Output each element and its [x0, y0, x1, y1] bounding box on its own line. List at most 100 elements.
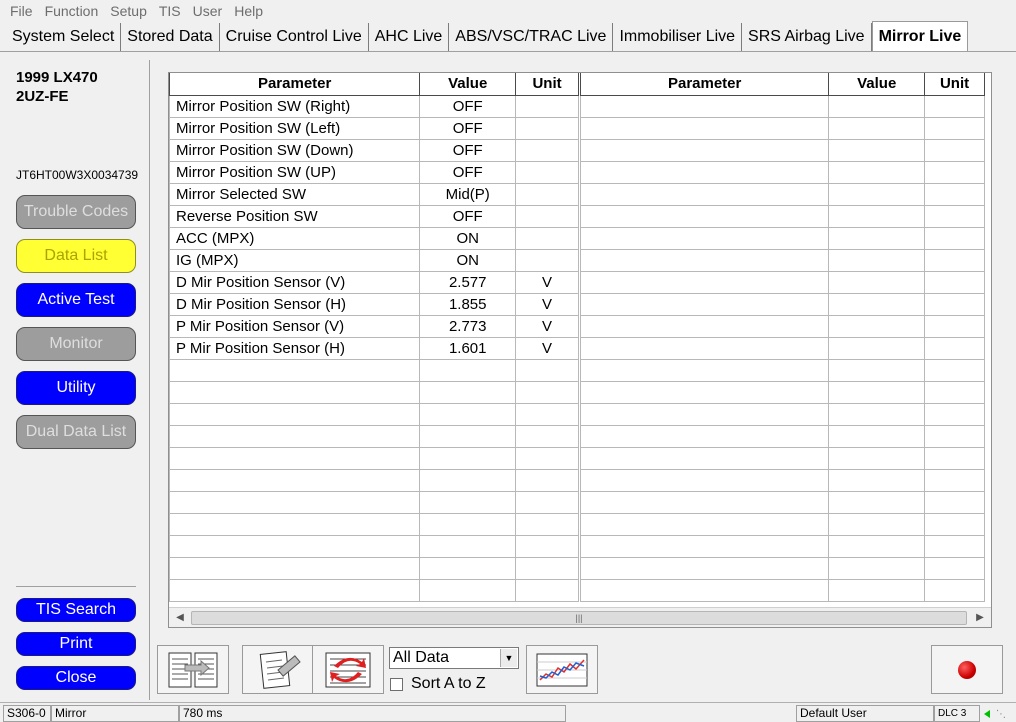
record-button[interactable] — [931, 645, 1003, 694]
tab-abs-vsc-trac-live[interactable]: ABS/VSC/TRAC Live — [449, 23, 614, 51]
print-button[interactable]: Print — [16, 632, 136, 656]
monitor-button[interactable]: Monitor — [16, 327, 136, 361]
column-header-unit[interactable]: Unit — [924, 73, 985, 96]
table-row[interactable] — [168, 425, 579, 448]
cell-parameter: Mirror Position SW (Left) — [168, 117, 421, 140]
table-row[interactable] — [579, 315, 985, 338]
table-row[interactable] — [579, 249, 985, 272]
cell-unit — [924, 425, 985, 448]
table-row[interactable] — [579, 337, 985, 360]
table-row[interactable] — [579, 403, 985, 426]
cell-unit — [924, 271, 985, 294]
scroll-left-icon[interactable]: ◀ — [172, 610, 188, 626]
table-row[interactable] — [168, 535, 579, 558]
table-row[interactable] — [168, 403, 579, 426]
menu-help[interactable]: Help — [234, 3, 263, 19]
table-row[interactable] — [168, 579, 579, 602]
move-list-button[interactable] — [157, 645, 229, 694]
tab-stored-data[interactable]: Stored Data — [121, 23, 220, 51]
table-row[interactable] — [579, 95, 985, 118]
table-row[interactable] — [168, 491, 579, 514]
table-row[interactable] — [579, 293, 985, 316]
sort-checkbox[interactable] — [390, 677, 403, 691]
menu-tis[interactable]: TIS — [159, 3, 181, 19]
scroll-right-icon[interactable]: ▶ — [972, 610, 988, 626]
menu-file[interactable]: File — [10, 3, 33, 19]
table-row[interactable] — [168, 513, 579, 536]
menu-user[interactable]: User — [193, 3, 223, 19]
tab-ahc-live[interactable]: AHC Live — [369, 23, 450, 51]
column-header-parameter[interactable]: Parameter — [168, 73, 421, 96]
table-row[interactable]: P Mir Position Sensor (H) 1.601 V — [168, 337, 579, 360]
table-row[interactable]: IG (MPX) ON — [168, 249, 579, 272]
table-row[interactable] — [168, 557, 579, 580]
table-row[interactable] — [579, 117, 985, 140]
table-row[interactable] — [579, 535, 985, 558]
column-header-parameter[interactable]: Parameter — [579, 73, 830, 96]
close-button[interactable]: Close — [16, 666, 136, 690]
table-row[interactable] — [579, 227, 985, 250]
table-row[interactable] — [579, 205, 985, 228]
table-row[interactable]: Mirror Position SW (Right) OFF — [168, 95, 579, 118]
menu-function[interactable]: Function — [45, 3, 99, 19]
horizontal-scrollbar[interactable]: ◀ ||| ▶ — [169, 607, 991, 627]
swap-arrows-icon — [325, 652, 371, 687]
active-test-button[interactable]: Active Test — [16, 283, 136, 317]
table-row[interactable]: Mirror Position SW (Left) OFF — [168, 117, 579, 140]
tab-system-select[interactable]: System Select — [6, 23, 122, 51]
table-row[interactable] — [579, 381, 985, 404]
table-row[interactable] — [579, 557, 985, 580]
scrollbar-thumb[interactable]: ||| — [191, 611, 967, 625]
graph-button[interactable] — [526, 645, 598, 694]
table-row[interactable] — [579, 447, 985, 470]
data-filter-dropdown[interactable]: All Data ▼ — [389, 647, 519, 669]
tab-srs-airbag-live[interactable]: SRS Airbag Live — [742, 23, 872, 51]
table-row[interactable] — [168, 447, 579, 470]
table-row[interactable] — [168, 381, 579, 404]
chevron-down-icon[interactable]: ▼ — [500, 649, 517, 667]
table-row[interactable] — [168, 359, 579, 382]
column-header-value[interactable]: Value — [419, 73, 517, 96]
table-row[interactable]: Reverse Position SW OFF — [168, 205, 579, 228]
cell-unit — [515, 513, 579, 536]
table-row[interactable] — [579, 161, 985, 184]
cell-parameter — [579, 293, 830, 316]
table-row[interactable]: Mirror Position SW (Down) OFF — [168, 139, 579, 162]
table-row[interactable] — [579, 579, 985, 602]
tab-mirror-live[interactable]: Mirror Live — [871, 21, 969, 51]
sort-option[interactable]: Sort A to Z — [390, 675, 486, 693]
table-row[interactable]: Mirror Position SW (UP) OFF — [168, 161, 579, 184]
table-row[interactable] — [579, 359, 985, 382]
utility-button[interactable]: Utility — [16, 371, 136, 405]
data-list-button[interactable]: Data List — [16, 239, 136, 273]
table-row[interactable]: D Mir Position Sensor (H) 1.855 V — [168, 293, 579, 316]
cell-parameter — [579, 271, 830, 294]
table-row[interactable] — [579, 183, 985, 206]
tis-search-button[interactable]: TIS Search — [16, 598, 136, 622]
menu-setup[interactable]: Setup — [110, 3, 147, 19]
column-header-value[interactable]: Value — [828, 73, 926, 96]
table-row[interactable] — [579, 513, 985, 536]
table-row[interactable]: D Mir Position Sensor (V) 2.577 V — [168, 271, 579, 294]
table-row[interactable]: P Mir Position Sensor (V) 2.773 V — [168, 315, 579, 338]
table-row[interactable]: ACC (MPX) ON — [168, 227, 579, 250]
table-row[interactable]: Mirror Selected SW Mid(P) — [168, 183, 579, 206]
cell-parameter — [168, 447, 421, 470]
column-header-unit[interactable]: Unit — [515, 73, 579, 96]
freeze-data-button[interactable] — [242, 645, 314, 694]
trouble-codes-button[interactable]: Trouble Codes — [16, 195, 136, 229]
resize-grip-icon[interactable]: ⋱ — [996, 709, 1010, 721]
dual-data-list-button[interactable]: Dual Data List — [16, 415, 136, 449]
tab-immobiliser-live[interactable]: Immobiliser Live — [613, 23, 743, 51]
table-row[interactable] — [579, 469, 985, 492]
swap-list-button[interactable] — [312, 645, 384, 694]
cell-parameter — [579, 469, 830, 492]
table-row[interactable] — [579, 491, 985, 514]
table-row[interactable] — [579, 425, 985, 448]
cell-parameter — [579, 183, 830, 206]
table-row[interactable] — [168, 469, 579, 492]
table-row[interactable] — [579, 139, 985, 162]
cell-unit — [515, 183, 579, 206]
tab-cruise-control-live[interactable]: Cruise Control Live — [220, 23, 369, 51]
table-row[interactable] — [579, 271, 985, 294]
